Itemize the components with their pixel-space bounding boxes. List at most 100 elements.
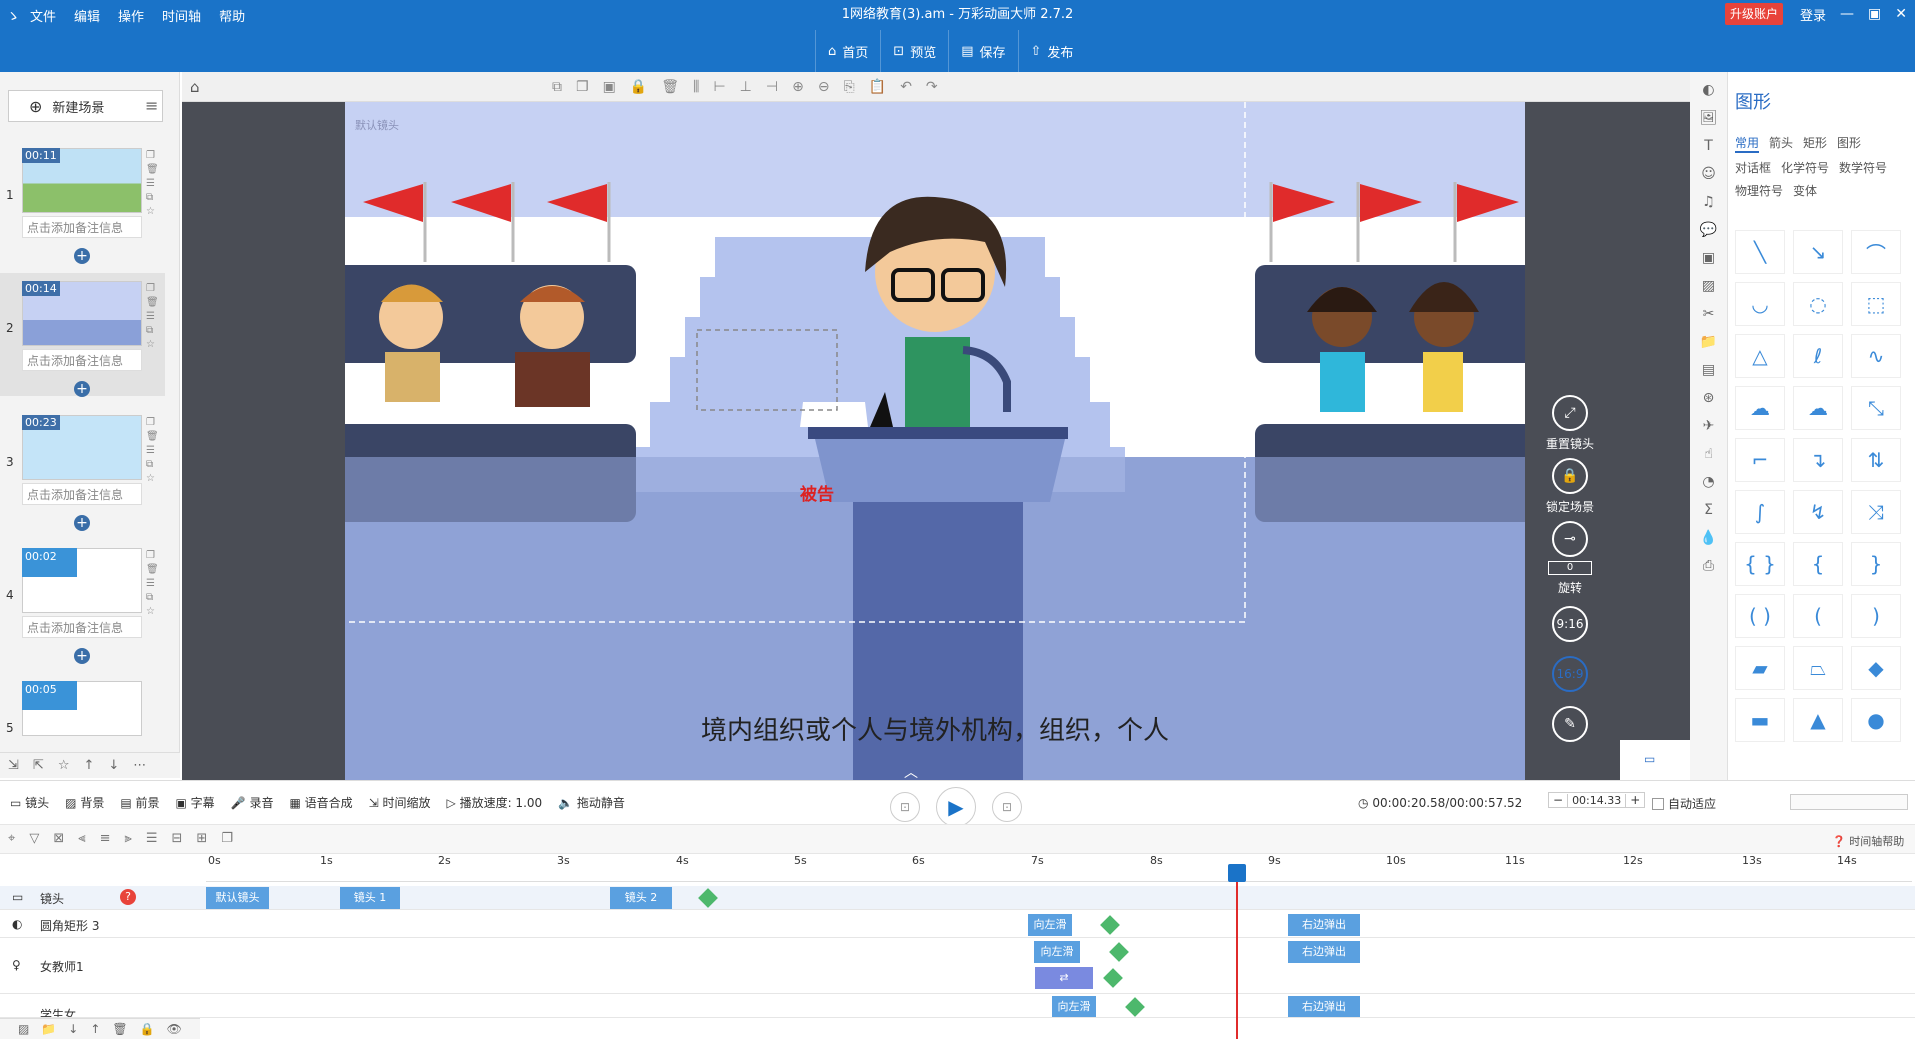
filter-icon[interactable]: ▽	[29, 831, 39, 846]
new-scene-button[interactable]: ⊕ 新建场景	[8, 90, 163, 122]
drop-icon[interactable]: 💧	[1700, 530, 1717, 546]
scene-canvas[interactable]	[345, 102, 1525, 780]
close-icon[interactable]: ✕	[1895, 6, 1907, 22]
delete-icon[interactable]: 🗑	[146, 431, 159, 442]
subtitle-text[interactable]: 境内组织或个人与境外机构，组织，个人	[345, 710, 1525, 747]
animation-clip[interactable]: 向左滑	[1034, 941, 1080, 963]
publish-button[interactable]: ⇧ 发布	[1017, 30, 1086, 72]
collapse-arrow-icon[interactable]: ︿	[904, 762, 918, 782]
camera-clip[interactable]: 镜头 2	[610, 887, 672, 909]
move-up-icon[interactable]: ↑	[90, 1022, 100, 1036]
list-icon[interactable]: ☰	[146, 831, 158, 846]
tab-physics[interactable]: 物理符号	[1735, 182, 1783, 199]
compass-icon[interactable]: ⊛	[1703, 390, 1715, 406]
login-link[interactable]: 登录	[1800, 5, 1826, 24]
scene-item-5[interactable]: 5 00:05	[0, 681, 165, 741]
current-time-value[interactable]: 00:14.33	[1567, 793, 1627, 807]
add-keyframe-icon[interactable]	[1103, 968, 1123, 988]
tab-variant[interactable]: 变体	[1793, 182, 1817, 199]
cloud-shape-icon[interactable]: ☁	[1735, 386, 1785, 430]
align-left-icon[interactable]: ⊢	[713, 79, 725, 95]
tab-dialog[interactable]: 对话框	[1735, 159, 1771, 176]
playhead-handle[interactable]	[1228, 864, 1246, 882]
arc-shape-icon[interactable]: ⌒	[1851, 230, 1901, 274]
s-curve-double-shape-icon[interactable]: ⤨	[1851, 490, 1901, 534]
delete-icon[interactable]: 🗑	[146, 297, 159, 308]
svg-icon[interactable]: ▣	[1702, 250, 1715, 266]
more-icon[interactable]: ⋯	[133, 758, 146, 773]
list-icon[interactable]: ☰	[146, 445, 159, 456]
image-icon[interactable]: ▨	[18, 1022, 29, 1036]
elbow-double-shape-icon[interactable]: ⇅	[1851, 438, 1901, 482]
picture-icon[interactable]: ▨	[1702, 278, 1715, 294]
zoom-out-icon[interactable]: ⊖	[818, 79, 830, 95]
play-button[interactable]: ▶	[936, 787, 976, 827]
rotate-dial[interactable]: ⊸	[1552, 521, 1588, 557]
copy-icon[interactable]: ❐	[146, 417, 159, 428]
add-scene-icon[interactable]: +	[74, 381, 90, 397]
edit-button[interactable]: ✎	[1552, 706, 1588, 742]
reset-camera-button[interactable]: ⤢	[1552, 395, 1588, 431]
shape-icon[interactable]: ◐	[1702, 82, 1714, 98]
star-icon[interactable]: ☆	[146, 206, 159, 217]
align-icon[interactable]: ⧉	[552, 79, 562, 95]
cloud-dashed-shape-icon[interactable]: ☁	[1793, 386, 1843, 430]
left-bracket-shape-icon[interactable]: (	[1793, 594, 1843, 638]
delete-icon[interactable]: 🗑	[112, 1022, 127, 1036]
tab-math[interactable]: 数学符号	[1839, 159, 1887, 176]
tab-arrow[interactable]: 箭头	[1769, 134, 1793, 153]
copy-icon[interactable]: ❐	[146, 283, 159, 294]
clear-filter-icon[interactable]: ⊠	[53, 831, 64, 846]
help-badge-icon[interactable]: ?	[120, 889, 136, 905]
add-keyframe-icon[interactable]	[1100, 915, 1120, 935]
playhead[interactable]	[1236, 864, 1238, 1039]
duplicate-icon[interactable]: ⧉	[146, 459, 159, 470]
triangle-shape-icon[interactable]: ▲	[1793, 698, 1843, 742]
scene-note-input[interactable]: 点击添加备注信息	[22, 616, 142, 638]
animation-clip[interactable]: 右边弹出	[1288, 941, 1360, 963]
animation-clip[interactable]: 右边弹出	[1288, 914, 1360, 936]
spiral-shape-icon[interactable]: ℓ	[1793, 334, 1843, 378]
home-icon[interactable]: ⌂	[190, 78, 200, 96]
layer-icon[interactable]: ❐	[576, 79, 589, 95]
scene-item-2[interactable]: 2 00:14 点击添加备注信息 + ❐ 🗑 ☰ ⧉ ☆	[0, 273, 165, 397]
redo-icon[interactable]: ↷	[926, 79, 938, 95]
line-shape-icon[interactable]: ╲	[1735, 230, 1785, 274]
scene-note-input[interactable]: 点击添加备注信息	[22, 216, 142, 238]
record-button[interactable]: 🎤 录音	[231, 794, 274, 811]
copy-icon[interactable]: ❐	[146, 550, 159, 561]
duplicate-icon[interactable]: ⧉	[146, 192, 159, 203]
left-brace-shape-icon[interactable]: {	[1793, 542, 1843, 586]
prev-frame-button[interactable]: ⊡	[890, 792, 920, 822]
rect-dashed-shape-icon[interactable]: ⬚	[1851, 282, 1901, 326]
timeline-row-rounded-rect[interactable]: ◐ 圆角矩形 3 向左滑 右边弹出	[0, 912, 1915, 938]
bracket-pair-shape-icon[interactable]: ( )	[1735, 594, 1785, 638]
scene-item-3[interactable]: 3 00:23 点击添加备注信息 + ❐ 🗑 ☰ ⧉ ☆	[0, 415, 165, 545]
hand-icon[interactable]: ☝	[1704, 446, 1713, 462]
move-down-icon[interactable]: ↓	[108, 758, 119, 773]
home-button[interactable]: ⌂ 首页	[815, 30, 880, 72]
ratio-9-16-button[interactable]: 9:16	[1552, 606, 1588, 642]
copy-icon[interactable]: ❐	[146, 150, 159, 161]
next-frame-button[interactable]: ⊡	[992, 792, 1022, 822]
upgrade-button[interactable]: 升级账户	[1725, 3, 1784, 25]
drag-mute-button[interactable]: 🔈 拖动静音	[558, 794, 625, 811]
camera-track-button[interactable]: ▭ 镜头	[10, 794, 49, 811]
tool-icon[interactable]: ✂	[1703, 306, 1715, 322]
bubble-icon[interactable]: 💬	[1700, 222, 1717, 238]
duplicate-icon[interactable]: ⧉	[146, 325, 159, 336]
list-icon[interactable]: ☰	[146, 578, 159, 589]
action-clip[interactable]: ⇄	[1035, 967, 1093, 989]
save-button[interactable]: ▤ 保存	[948, 30, 1017, 72]
right-brace-shape-icon[interactable]: }	[1851, 542, 1901, 586]
minimize-icon[interactable]: —	[1840, 6, 1854, 22]
distribute-icon[interactable]: ⫼	[693, 79, 699, 95]
scene-item-4[interactable]: 4 00:02 点击添加备注信息 + ❐ 🗑 ☰ ⧉ ☆	[0, 548, 165, 678]
plus-icon[interactable]: +	[1626, 793, 1644, 807]
export-icon[interactable]: ⇱	[33, 758, 44, 773]
align-center-icon[interactable]: ⊥	[740, 79, 752, 95]
add-keyframe-icon[interactable]	[1125, 997, 1145, 1017]
arrow-line-shape-icon[interactable]: ↘	[1793, 230, 1843, 274]
current-time-stepper[interactable]: − 00:14.33 +	[1548, 792, 1646, 808]
brace-pair-shape-icon[interactable]: { }	[1735, 542, 1785, 586]
